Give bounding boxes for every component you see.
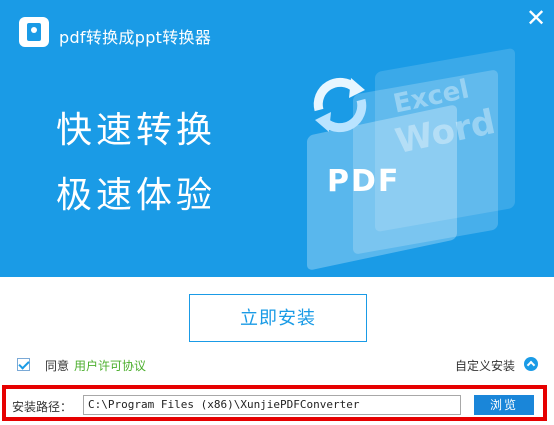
conversion-illustration: Excel Word PDF <box>285 47 535 271</box>
agree-checkbox[interactable] <box>17 358 30 371</box>
custom-install-link[interactable]: 自定义安装 <box>455 357 515 374</box>
install-now-button[interactable]: 立即安装 <box>189 294 367 342</box>
slogan-line2: 极速体验 <box>56 175 217 216</box>
chevron-up-icon[interactable] <box>524 357 538 371</box>
license-agreement-link[interactable]: 用户许可协议 <box>74 357 146 374</box>
header-banner: pdf转换成ppt转换器 ✕ 快速转换 极速体验 Excel Word PDF <box>0 0 554 277</box>
agree-label: 同意 <box>45 359 70 373</box>
browse-button[interactable]: 浏览 <box>474 395 534 415</box>
pdf-logo-icon <box>19 17 49 47</box>
slogan-line1: 快速转换 <box>56 110 217 151</box>
app-title: pdf转换成ppt转换器 <box>59 28 212 47</box>
install-path-input[interactable]: C:\Program Files (x86)\XunjiePDFConverte… <box>83 395 461 415</box>
refresh-arrows-icon <box>313 77 367 133</box>
close-button[interactable]: ✕ <box>522 6 550 30</box>
install-path-label: 安装路径： <box>12 400 73 414</box>
pdf-text: PDF <box>327 164 401 199</box>
